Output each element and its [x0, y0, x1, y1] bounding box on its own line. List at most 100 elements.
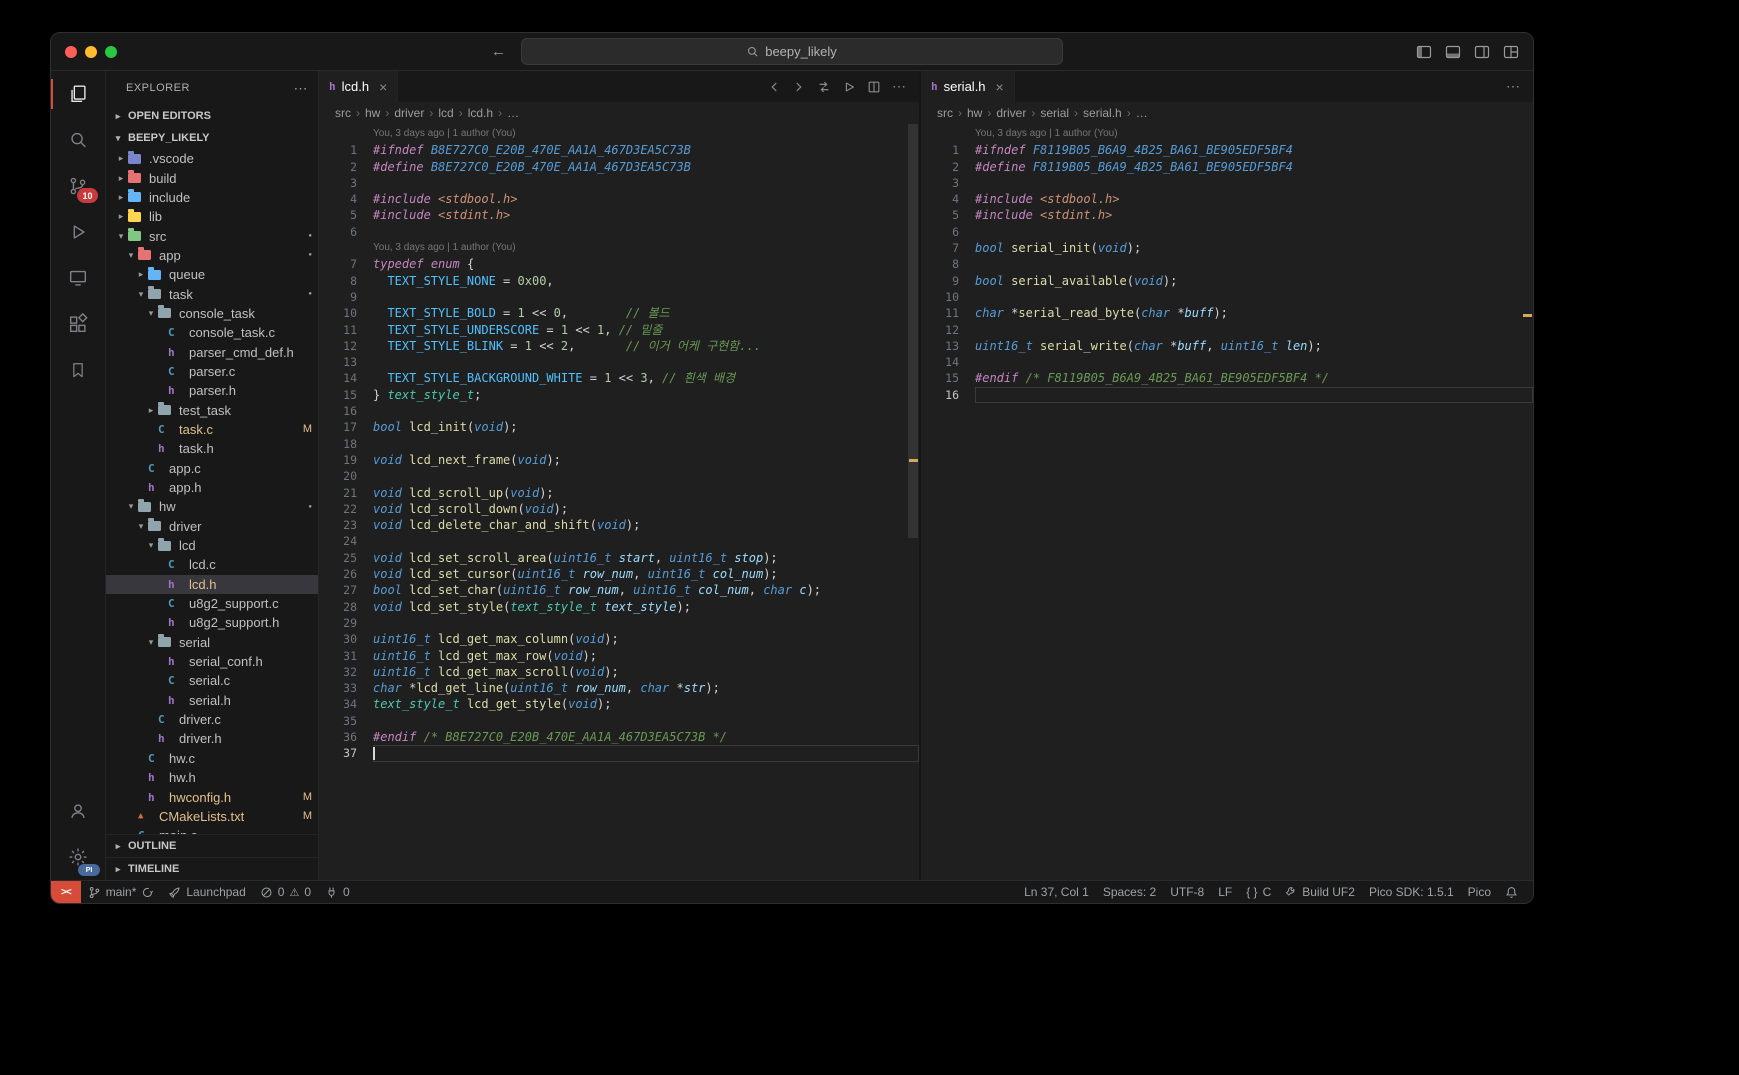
remote-explorer-activity-button[interactable]	[51, 255, 105, 301]
tree-item-console_task[interactable]: ▾console_task	[106, 304, 318, 323]
breadcrumb[interactable]: src›hw›driver›serial›serial.h›…	[921, 102, 1533, 124]
codelens-line[interactable]: You, 3 days ago | 1 author (You)	[319, 240, 919, 256]
accounts-button[interactable]	[51, 788, 105, 834]
code-line[interactable]: 7typedef enum {	[319, 256, 919, 272]
code-line[interactable]: 22void lcd_scroll_down(void);	[319, 501, 919, 517]
command-center-search[interactable]: beepy_likely	[521, 38, 1063, 65]
close-tab-icon[interactable]: ×	[996, 79, 1004, 95]
code-line[interactable]: 16	[921, 387, 1533, 403]
code-line[interactable]: 14	[921, 354, 1533, 370]
code-line[interactable]: 2#define B8E727C0_E20B_470E_AA1A_467D3EA…	[319, 159, 919, 175]
breadcrumb-item[interactable]: serial	[1040, 106, 1069, 120]
code-line[interactable]: 19void lcd_next_frame(void);	[319, 452, 919, 468]
remote-indicator[interactable]: ><	[51, 881, 81, 903]
outline-section[interactable]: ▸ OUTLINE	[106, 834, 318, 857]
close-tab-icon[interactable]: ×	[379, 79, 387, 95]
code-line[interactable]: 4#include <stdbool.h>	[319, 191, 919, 207]
tree-item-include[interactable]: ▸include	[106, 188, 318, 207]
breadcrumb-item[interactable]: hw	[967, 106, 982, 120]
toggle-secondary-sidebar-icon[interactable]	[1474, 44, 1490, 60]
zoom-window-button[interactable]	[105, 46, 117, 58]
run-file-icon[interactable]	[842, 80, 856, 94]
split-editor-icon[interactable]	[867, 80, 881, 94]
tree-item-serial.c[interactable]: Cserial.c	[106, 671, 318, 690]
code-line[interactable]: 20	[319, 468, 919, 484]
tree-item-test_task[interactable]: ▸test_task	[106, 400, 318, 419]
source-control-activity-button[interactable]: 10	[51, 163, 105, 209]
tree-item-src[interactable]: ▾src●	[106, 226, 318, 245]
previous-change-icon[interactable]	[767, 80, 781, 94]
code-line[interactable]: 10	[921, 289, 1533, 305]
tree-item-lcd.h[interactable]: hlcd.h	[106, 575, 318, 594]
breadcrumb-item[interactable]: hw	[365, 106, 380, 120]
editor-scrollbar[interactable]	[908, 124, 918, 538]
run-debug-activity-button[interactable]	[51, 209, 105, 255]
code-line[interactable]: 3	[319, 175, 919, 191]
tab-lcd-h[interactable]: h lcd.h ×	[319, 71, 398, 102]
tree-item-hw[interactable]: ▾hw●	[106, 497, 318, 516]
breadcrumb-item[interactable]: src	[335, 106, 351, 120]
breadcrumb-item[interactable]: serial.h	[1083, 106, 1122, 120]
indentation-button[interactable]: Spaces: 2	[1096, 881, 1163, 903]
breadcrumb-item[interactable]: driver	[394, 106, 424, 120]
breadcrumb-item[interactable]: …	[1136, 106, 1148, 120]
code-line[interactable]: 11 TEXT_STYLE_UNDERSCORE = 1 << 1, // 밑줄	[319, 322, 919, 338]
tree-item-u8g2_support.h[interactable]: hu8g2_support.h	[106, 613, 318, 632]
tree-item-serial[interactable]: ▾serial	[106, 633, 318, 652]
breadcrumb[interactable]: src›hw›driver›lcd›lcd.h›…	[319, 102, 919, 124]
code-line[interactable]: 21void lcd_scroll_up(void);	[319, 485, 919, 501]
code-line[interactable]: 5#include <stdint.h>	[319, 207, 919, 223]
pico-sdk-button[interactable]: Pico SDK: 1.5.1	[1362, 881, 1461, 903]
tree-item-driver.h[interactable]: hdriver.h	[106, 729, 318, 748]
ports-button[interactable]: 0	[318, 881, 357, 903]
code-line[interactable]: 12	[921, 322, 1533, 338]
code-line[interactable]: 36#endif /* B8E727C0_E20B_470E_AA1A_467D…	[319, 729, 919, 745]
launchpad-button[interactable]: Launchpad	[161, 881, 252, 903]
breadcrumb-item[interactable]: lcd.h	[468, 106, 493, 120]
code-line[interactable]: 6	[319, 224, 919, 240]
tree-item-lib[interactable]: ▸lib	[106, 207, 318, 226]
tree-item-task[interactable]: ▾task●	[106, 284, 318, 303]
breadcrumb-item[interactable]: src	[937, 106, 953, 120]
problems-button[interactable]: 0 ⚠ 0	[253, 881, 318, 903]
tree-item-driver.c[interactable]: Cdriver.c	[106, 710, 318, 729]
tree-item-parser.h[interactable]: hparser.h	[106, 381, 318, 400]
tree-item-u8g2_support.c[interactable]: Cu8g2_support.c	[106, 594, 318, 613]
notifications-button[interactable]	[1498, 881, 1525, 903]
minimize-window-button[interactable]	[85, 46, 97, 58]
tree-item-lcd.c[interactable]: Clcd.c	[106, 555, 318, 574]
code-line[interactable]: 32uint16_t lcd_get_max_scroll(void);	[319, 664, 919, 680]
tree-item-task.h[interactable]: htask.h	[106, 439, 318, 458]
code-line[interactable]: 31uint16_t lcd_get_max_row(void);	[319, 648, 919, 664]
timeline-section[interactable]: ▸ TIMELINE	[106, 857, 318, 880]
tree-item-lcd[interactable]: ▾lcd	[106, 536, 318, 555]
more-actions-icon[interactable]: ⋯	[1506, 78, 1521, 95]
workspace-root-section[interactable]: ▾ BEEPY_LIKELY	[106, 127, 318, 149]
code-line[interactable]: 13	[319, 354, 919, 370]
codelens-line[interactable]: You, 3 days ago | 1 author (You)	[921, 126, 1533, 142]
tree-item-hwconfig.h[interactable]: hhwconfig.hM	[106, 787, 318, 806]
close-window-button[interactable]	[65, 46, 77, 58]
code-line[interactable]: 35	[319, 713, 919, 729]
customize-layout-icon[interactable]	[1503, 44, 1519, 60]
git-branch-button[interactable]: main*	[81, 881, 162, 903]
board-button[interactable]: Pico	[1461, 881, 1498, 903]
code-line[interactable]: 17bool lcd_init(void);	[319, 419, 919, 435]
tree-item-hw.c[interactable]: Chw.c	[106, 749, 318, 768]
code-area[interactable]: You, 3 days ago | 1 author (You)1#ifndef…	[319, 124, 919, 880]
toggle-primary-sidebar-icon[interactable]	[1416, 44, 1432, 60]
code-line[interactable]: 27bool lcd_set_char(uint16_t row_num, ui…	[319, 582, 919, 598]
codelens-line[interactable]: You, 3 days ago | 1 author (You)	[319, 126, 919, 142]
language-mode-button[interactable]: { } C	[1239, 881, 1278, 903]
extensions-activity-button[interactable]	[51, 301, 105, 347]
build-uf2-button[interactable]: Build UF2	[1278, 881, 1362, 903]
tree-item-queue[interactable]: ▸queue	[106, 265, 318, 284]
tree-item-app.h[interactable]: happ.h	[106, 478, 318, 497]
tree-item-hw.h[interactable]: hhw.h	[106, 768, 318, 787]
breadcrumb-item[interactable]: lcd	[438, 106, 453, 120]
tree-item-.vscode[interactable]: ▸.vscode	[106, 149, 318, 168]
code-line[interactable]: 34text_style_t lcd_get_style(void);	[319, 696, 919, 712]
tree-item-console_task.c[interactable]: Cconsole_task.c	[106, 323, 318, 342]
tree-item-app[interactable]: ▾app●	[106, 246, 318, 265]
code-line[interactable]: 12 TEXT_STYLE_BLINK = 1 << 2, // 이거 어케 구…	[319, 338, 919, 354]
